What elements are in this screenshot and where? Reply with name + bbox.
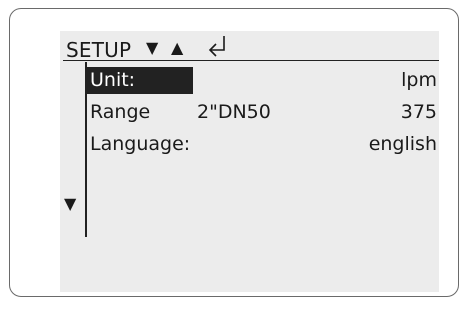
menu-item-range[interactable]: Range 2"DN50 375 bbox=[87, 99, 439, 126]
menu-item-label: Range bbox=[90, 101, 151, 123]
arrow-down-icon[interactable]: ▼ bbox=[146, 39, 158, 57]
menu-item-unit[interactable]: Unit: lpm bbox=[87, 67, 439, 94]
device-frame: SETUP ▼ ▲ Unit: lpm Range 2"DN50 375 Lan… bbox=[9, 8, 459, 297]
menu-item-value: english bbox=[368, 133, 437, 155]
menu-item-label: Language: bbox=[90, 133, 191, 155]
menu-item-value: 375 bbox=[400, 101, 437, 123]
lcd-screen: SETUP ▼ ▲ Unit: lpm Range 2"DN50 375 Lan… bbox=[60, 31, 439, 292]
menu-item-language[interactable]: Language: english bbox=[87, 131, 439, 158]
title-bar: SETUP ▼ ▲ bbox=[63, 35, 439, 62]
menu-item-detail: 2"DN50 bbox=[197, 101, 271, 123]
arrow-up-icon[interactable]: ▲ bbox=[171, 39, 183, 57]
page-title: SETUP bbox=[66, 38, 132, 62]
more-below-indicator: ▼ bbox=[64, 194, 77, 213]
menu-item-label: Unit: bbox=[87, 67, 193, 94]
menu-item-value: lpm bbox=[401, 69, 437, 91]
enter-return-icon[interactable] bbox=[207, 35, 229, 57]
